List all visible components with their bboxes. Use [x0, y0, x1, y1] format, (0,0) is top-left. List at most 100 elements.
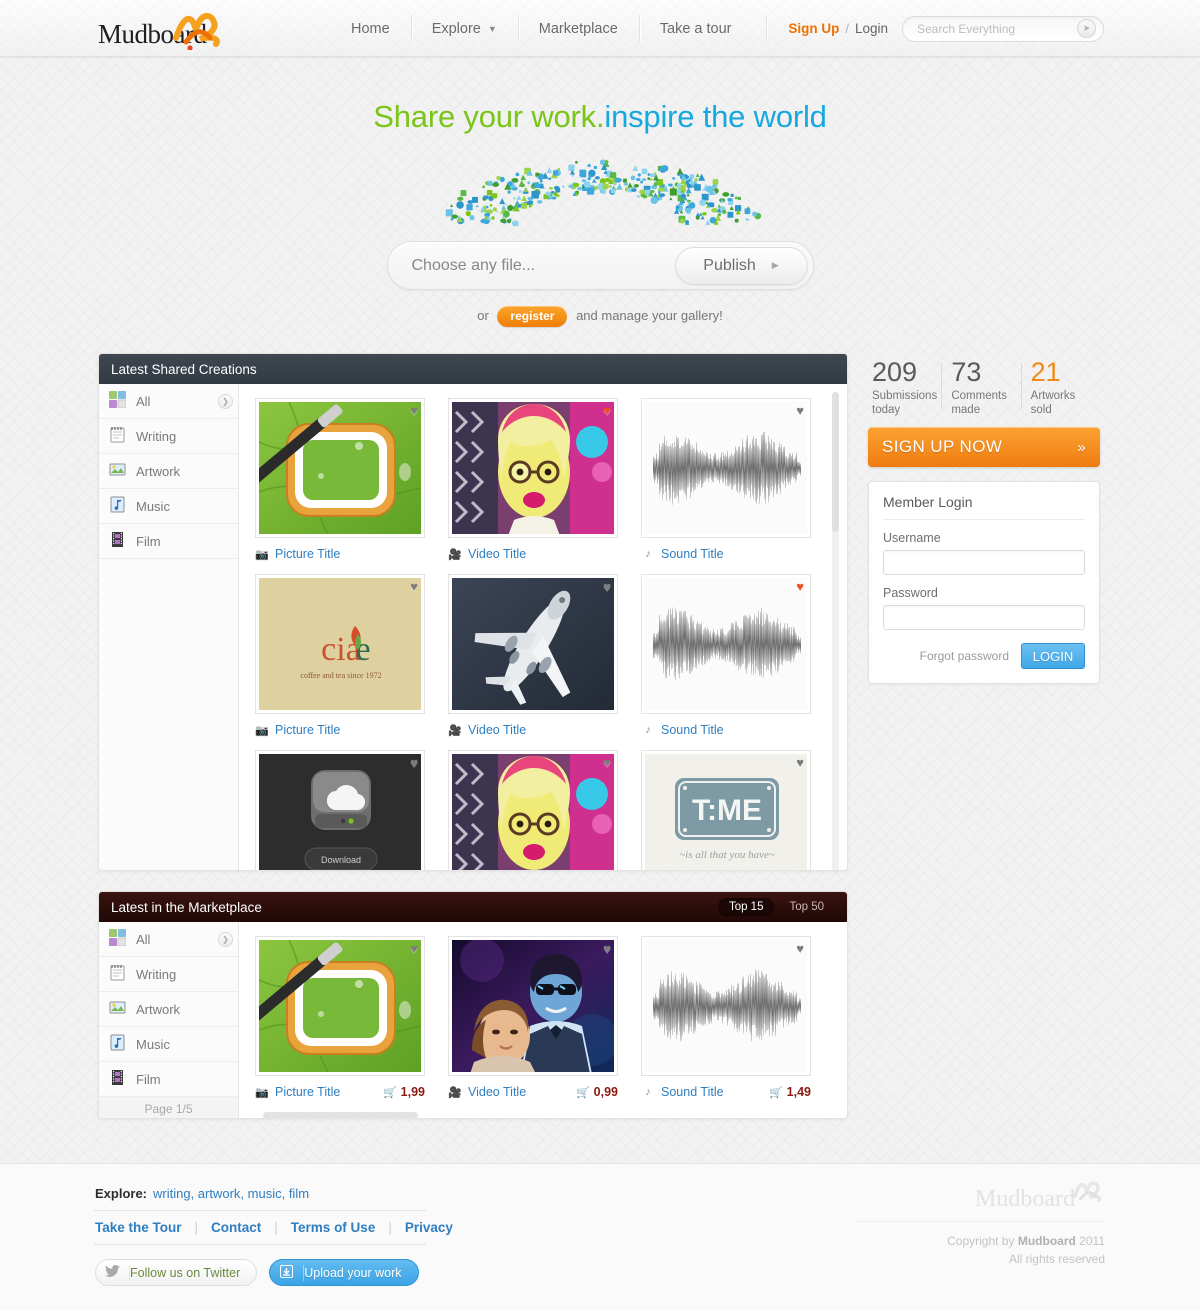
forgot-password-link[interactable]: Forgot password	[920, 649, 1009, 663]
like-heart-icon[interactable]: ♥	[410, 579, 418, 594]
thumbnail[interactable]: T:ME ~is all that you have~ ♥	[641, 750, 811, 870]
horizontal-scrollbar[interactable]	[255, 1112, 831, 1118]
thumbnail[interactable]: cia e coffee and tea since 1972 ♥	[255, 574, 425, 714]
choose-file-label[interactable]: Choose any file...	[412, 257, 536, 275]
upload-bar[interactable]: Choose any file... Publish ▶	[386, 241, 814, 290]
like-heart-icon[interactable]: ♥	[796, 579, 804, 594]
search-go-icon[interactable]: ➤	[1077, 19, 1096, 38]
tab-top-15[interactable]: Top 15	[717, 898, 775, 916]
nav-item-explore[interactable]: Explore ▼	[410, 0, 518, 57]
card-title[interactable]: Video Title	[468, 1085, 526, 1099]
like-heart-icon[interactable]: ♥	[603, 403, 611, 418]
sidebar-item-film[interactable]: Film	[99, 1062, 238, 1097]
scrollbar-thumb[interactable]	[832, 392, 839, 532]
search-box[interactable]: ➤	[902, 15, 1104, 42]
footer-logo-text: Mudboard	[975, 1186, 1075, 1212]
sidebar-item-film[interactable]: Film	[99, 524, 238, 559]
thumbnail[interactable]: Download ♥	[255, 750, 425, 870]
chevron-right-icon[interactable]: ❯	[218, 931, 233, 947]
creation-card[interactable]: ♥ 🎥 Video Title	[448, 574, 618, 738]
card-title[interactable]: Picture Title	[275, 1085, 340, 1099]
panel-body: All ❯ Writing Artwork	[99, 384, 847, 870]
sidebar-item-artwork[interactable]: Artwork	[99, 992, 238, 1027]
creation-card[interactable]: T:ME ~is all that you have~ ♥	[641, 750, 811, 870]
footer-link-privacy[interactable]: Privacy	[405, 1220, 453, 1235]
twitter-bird-icon	[96, 1264, 130, 1281]
nav-item-home[interactable]: Home	[330, 0, 411, 57]
footer-link-terms-of-use[interactable]: Terms of Use	[291, 1220, 376, 1235]
search-input[interactable]	[917, 21, 1077, 36]
thumbnail[interactable]: ♥	[641, 936, 811, 1076]
upload-your-work-button[interactable]: Upload your work	[269, 1259, 419, 1286]
card-title[interactable]: Sound Title	[661, 1085, 724, 1099]
upload-label: Upload your work	[304, 1265, 402, 1280]
nav-item-marketplace[interactable]: Marketplace	[517, 0, 639, 57]
thumbnail[interactable]: ♥	[448, 750, 618, 870]
like-heart-icon[interactable]: ♥	[603, 755, 611, 770]
marketplace-card[interactable]: ♥ 🎥 Video Title 🛒 0,99	[448, 936, 618, 1100]
svg-text:~is all that you have~: ~is all that you have~	[679, 849, 775, 861]
thumbnail[interactable]: ♥	[641, 574, 811, 714]
marketplace-card[interactable]: ♥ ♪ Sound Title 🛒 1,49	[641, 936, 811, 1100]
publish-button[interactable]: Publish ▶	[674, 246, 808, 285]
thumbnail[interactable]: ♥	[641, 398, 811, 538]
marketplace-card[interactable]: ♥ 📷 Picture Title 🛒 1,99	[255, 936, 425, 1100]
creation-card[interactable]: ♥ ♪ Sound Title	[641, 398, 811, 562]
footer-link-take-the-tour[interactable]: Take the Tour	[95, 1220, 182, 1235]
creation-card[interactable]: ♥ 🎥 Video Title	[448, 398, 618, 562]
right-rail: 209 Submissions today 73 Comments made 21 …	[868, 353, 1100, 684]
thumbnail[interactable]: ♥	[448, 936, 618, 1076]
sidebar-item-all[interactable]: All ❯	[99, 384, 238, 419]
username-field[interactable]	[883, 550, 1085, 575]
signup-now-button[interactable]: SIGN UP NOW »	[868, 427, 1100, 467]
card-title[interactable]: Video Title	[468, 723, 526, 737]
thumbnail[interactable]: ♥	[448, 574, 618, 714]
creation-card[interactable]: ♥ ♪ Sound Title	[641, 574, 811, 738]
like-heart-icon[interactable]: ♥	[410, 941, 418, 956]
login-link[interactable]: Login	[855, 21, 888, 36]
login-button[interactable]: LOGIN	[1021, 643, 1085, 669]
register-button[interactable]: register	[497, 306, 568, 327]
signup-link[interactable]: Sign Up	[788, 21, 839, 36]
signup-now-label: SIGN UP NOW	[882, 437, 1003, 456]
sidebar-item-music[interactable]: Music	[99, 1027, 238, 1062]
tab-top-50[interactable]: Top 50	[778, 898, 835, 916]
vertical-scrollbar[interactable]	[832, 392, 839, 870]
sidebar-item-writing[interactable]: Writing	[99, 957, 238, 992]
like-heart-icon[interactable]: ♥	[603, 941, 611, 956]
card-title[interactable]: Sound Title	[661, 723, 724, 737]
card-title[interactable]: Picture Title	[275, 723, 340, 737]
sidebar-item-music[interactable]: Music	[99, 489, 238, 524]
thumbnail[interactable]: ♥	[448, 398, 618, 538]
sidebar-item-all[interactable]: All ❯	[99, 922, 238, 957]
like-heart-icon[interactable]: ♥	[796, 941, 804, 956]
footer-explore-links[interactable]: writing, artwork, music, film	[153, 1186, 309, 1201]
page-title: Share your work.inspire the world	[0, 99, 1200, 135]
twitter-follow-button[interactable]: Follow us on Twitter	[95, 1259, 258, 1286]
card-title[interactable]: Sound Title	[661, 547, 724, 561]
footer-link-contact[interactable]: Contact	[211, 1220, 261, 1235]
site-logo[interactable]: Mudboard	[98, 8, 228, 50]
password-field[interactable]	[883, 605, 1085, 630]
scrollbar-thumb[interactable]	[263, 1112, 418, 1118]
card-caption: 📷 Picture Title	[255, 722, 425, 738]
creation-card[interactable]: Download ♥	[255, 750, 425, 870]
like-heart-icon[interactable]: ♥	[410, 403, 418, 418]
like-heart-icon[interactable]: ♥	[410, 755, 418, 770]
creation-card[interactable]: cia e coffee and tea since 1972 ♥ 📷 Pictur…	[255, 574, 425, 738]
grid-row: cia e coffee and tea since 1972 ♥ 📷 Pictur…	[255, 574, 847, 738]
chevron-right-icon[interactable]: ❯	[218, 393, 233, 409]
creation-card[interactable]: ♥	[448, 750, 618, 870]
grid-row: Download ♥ ♥ T:ME ~is all that you have~ …	[255, 750, 847, 870]
card-title[interactable]: Picture Title	[275, 547, 340, 561]
sidebar-item-artwork[interactable]: Artwork	[99, 454, 238, 489]
like-heart-icon[interactable]: ♥	[796, 403, 804, 418]
thumbnail[interactable]: ♥	[255, 398, 425, 538]
thumbnail[interactable]: ♥	[255, 936, 425, 1076]
like-heart-icon[interactable]: ♥	[796, 755, 804, 770]
creation-card[interactable]: ♥ 📷 Picture Title	[255, 398, 425, 562]
like-heart-icon[interactable]: ♥	[603, 579, 611, 594]
nav-item-take-a-tour[interactable]: Take a tour	[638, 0, 753, 57]
card-title[interactable]: Video Title	[468, 547, 526, 561]
sidebar-item-writing[interactable]: Writing	[99, 419, 238, 454]
